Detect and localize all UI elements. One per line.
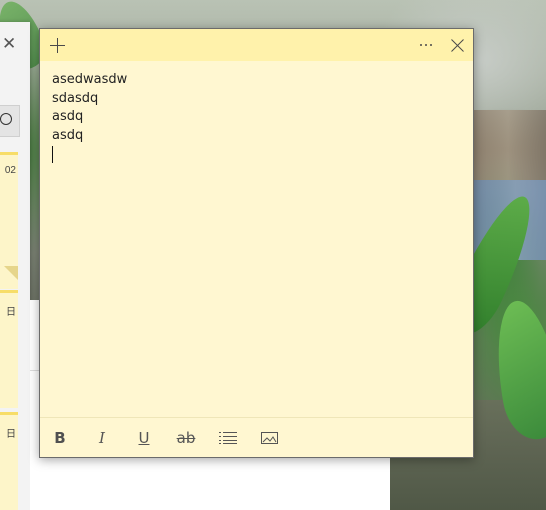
new-note-button[interactable] (43, 32, 71, 58)
note-fold-corner (4, 266, 18, 280)
sticky-note-window: asedwasdw sdasdq asdq asdq B I U ab (39, 28, 474, 458)
image-icon (260, 432, 278, 444)
underline-button[interactable]: U (128, 424, 160, 452)
notes-list-item-snippet: 日 (6, 307, 16, 318)
note-text-line: sdasdq (52, 90, 99, 106)
plus-icon (49, 37, 65, 53)
note-text-area[interactable]: asedwasdw sdasdq asdq asdq (52, 71, 461, 411)
notes-list-item-snippet: 02 (4, 165, 16, 176)
note-text-line: asdq (52, 127, 84, 143)
insert-image-button[interactable] (253, 424, 285, 452)
italic-button[interactable]: I (86, 424, 118, 452)
underline-icon: U (138, 429, 150, 447)
more-options-button[interactable] (412, 32, 440, 58)
notes-list-item[interactable]: 日 (0, 290, 18, 408)
formatting-toolbar: B I U ab (40, 417, 473, 457)
close-icon (451, 39, 464, 52)
strikethrough-button[interactable]: ab (170, 424, 202, 452)
strikethrough-icon: ab (176, 429, 196, 447)
bullet-list-button[interactable] (212, 424, 244, 452)
sticky-note-header[interactable] (40, 29, 473, 61)
close-note-button[interactable] (443, 32, 471, 58)
search-icon[interactable] (0, 113, 12, 125)
notes-list-item-snippet: 日 (6, 429, 16, 440)
italic-icon: I (99, 429, 105, 447)
notes-list-close-icon[interactable]: ✕ (2, 35, 18, 52)
bullet-list-icon (219, 432, 237, 444)
bold-icon: B (54, 429, 66, 447)
more-options-icon (420, 44, 432, 46)
notes-list-item[interactable]: 日 (0, 412, 18, 510)
note-text-line: asdq (52, 109, 84, 124)
bold-button[interactable]: B (44, 424, 76, 452)
text-caret (52, 146, 53, 163)
wallpaper-detail (470, 110, 546, 180)
note-text-line: asedwasdw (52, 72, 128, 87)
